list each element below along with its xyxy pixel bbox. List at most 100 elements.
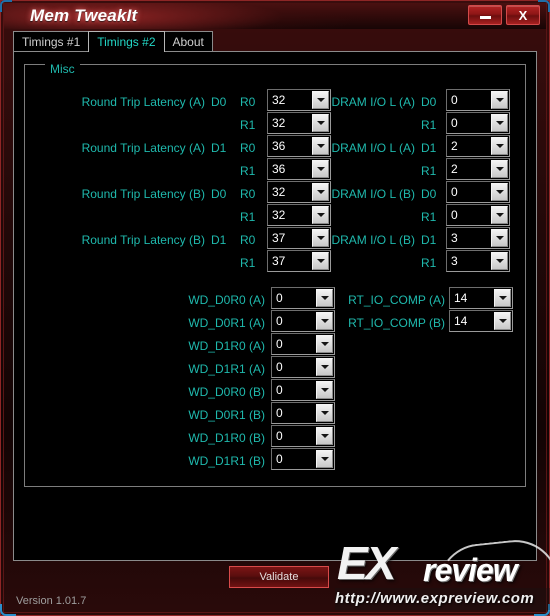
dramio-b-d0-label: DRAM I/O L (B) <box>331 187 415 201</box>
validate-button[interactable]: Validate <box>229 566 329 588</box>
chevron-down-icon[interactable] <box>316 335 333 353</box>
chevron-down-icon[interactable] <box>316 404 333 422</box>
window-controls: X <box>468 5 540 25</box>
chevron-down-icon[interactable] <box>312 206 329 224</box>
chevron-down-icon[interactable] <box>494 312 511 330</box>
wd-d1r0-b-label: WD_D1R0 (B) <box>188 431 265 445</box>
rtl-a-d0-label: Round Trip Latency (A) <box>81 95 205 109</box>
wd-d0r1-a-label: WD_D0R1 (A) <box>188 316 265 330</box>
combo-wd-d1r1-b[interactable]: 0 <box>271 448 335 470</box>
combo-wd-d0r1-b[interactable]: 0 <box>271 402 335 424</box>
chevron-down-icon[interactable] <box>491 160 508 178</box>
chevron-down-icon[interactable] <box>316 358 333 376</box>
tab-panel-timings-2: Misc Round Trip Latency (A) D0 R0 32 R1 … <box>13 51 537 561</box>
dramio-b-d0-dimm: D0 <box>421 183 436 205</box>
dramio-b-d0-dimm-label: D0 <box>421 187 437 201</box>
dramio-b-d1-label: DRAM I/O L (B) <box>331 233 415 247</box>
chevron-down-icon[interactable] <box>491 252 508 270</box>
chevron-down-icon[interactable] <box>312 252 329 270</box>
combo-dramio-b-d1-r1[interactable]: 3 <box>446 250 510 272</box>
combo-dramio-b-d1-r0[interactable]: 3 <box>446 227 510 249</box>
combo-dramio-a-d1-r1[interactable]: 2 <box>446 158 510 180</box>
wd-d0r0-b-label-row: WD_D0R0 (B) <box>85 381 265 403</box>
wd-d1r1-b-label: WD_D1R1 (B) <box>188 454 265 468</box>
combo-dramio-a-d0-r0[interactable]: 0 <box>446 89 510 111</box>
title-bar[interactable]: Mem TweakIt X <box>4 3 546 29</box>
combo-wd-d1r0-b-value: 0 <box>276 429 283 443</box>
combo-rtiocomp-a-value: 14 <box>454 291 468 305</box>
dramio-a-d0-r1-rank: R1 <box>421 114 436 136</box>
tab-timings-1[interactable]: Timings #1 <box>13 31 90 52</box>
combo-wd-d1r0-b[interactable]: 0 <box>271 425 335 447</box>
chevron-down-icon[interactable] <box>316 427 333 445</box>
rtl-b-d0-label: Round Trip Latency (B) <box>81 187 205 201</box>
rtl-a-d0-r0-rank-label: R0 <box>240 95 256 109</box>
combo-dramio-a-d1-r0[interactable]: 2 <box>446 135 510 157</box>
combo-rtl-a-d0-r1[interactable]: 32 <box>267 112 331 134</box>
wd-d1r0-b-label-row: WD_D1R0 (B) <box>85 427 265 449</box>
combo-dramio-a-d1-r1-value: 2 <box>451 162 458 176</box>
rtiocomp-a-label-row: RT_IO_COMP (A) <box>305 289 445 311</box>
dramio-a-d1-dimm-label: D1 <box>421 141 437 155</box>
combo-rtl-b-d0-r1[interactable]: 32 <box>267 204 331 226</box>
chevron-down-icon[interactable] <box>491 229 508 247</box>
combo-wd-d0r1-a-value: 0 <box>276 314 283 328</box>
rtl-b-d1-r0-rank: R0 <box>240 229 255 251</box>
close-button[interactable]: X <box>506 5 540 25</box>
dramio-a-d0-label: DRAM I/O L (A) <box>331 95 415 109</box>
chevron-down-icon[interactable] <box>494 289 511 307</box>
chevron-down-icon[interactable] <box>491 183 508 201</box>
combo-dramio-b-d1-r0-value: 3 <box>451 231 458 245</box>
rtl-a-d1-r0-rank-label: R0 <box>240 141 256 155</box>
chevron-down-icon[interactable] <box>491 137 508 155</box>
chevron-down-icon[interactable] <box>316 381 333 399</box>
combo-wd-d0r0-b[interactable]: 0 <box>271 379 335 401</box>
tab-timings-2[interactable]: Timings #2 <box>88 31 165 52</box>
misc-group-box: Misc Round Trip Latency (A) D0 R0 32 R1 … <box>24 62 526 487</box>
chevron-down-icon[interactable] <box>491 206 508 224</box>
rtl-a-d1-dimm-label: D1 <box>211 141 227 155</box>
chevron-down-icon[interactable] <box>316 450 333 468</box>
tab-strip: Timings #1 Timings #2 About <box>13 31 537 52</box>
rtl-b-d1-r0-rank-label: R0 <box>240 233 256 247</box>
tab-about[interactable]: About <box>163 31 213 52</box>
frame-corner-bottom-left <box>0 604 16 616</box>
chevron-down-icon[interactable] <box>491 114 508 132</box>
combo-dramio-a-d0-r0-value: 0 <box>451 93 458 107</box>
chevron-down-icon[interactable] <box>312 160 329 178</box>
combo-rtiocomp-a[interactable]: 14 <box>449 287 513 309</box>
combo-rtiocomp-b[interactable]: 14 <box>449 310 513 332</box>
combo-dramio-b-d0-r0[interactable]: 0 <box>446 181 510 203</box>
rtl-a-d1-dimm: D1 <box>211 137 226 159</box>
wd-d0r1-b-label: WD_D0R1 (B) <box>188 408 265 422</box>
rtl-a-d0-r0-rank: R0 <box>240 91 255 113</box>
rtl-b-d0-r0-rank-label: R0 <box>240 187 256 201</box>
mem-tweakit-window: Mem TweakIt X Timings #1 Timings #2 Abou… <box>0 0 550 616</box>
dramio-b-d1-r1-rank: R1 <box>421 252 436 274</box>
combo-rtl-b-d1-r1[interactable]: 37 <box>267 250 331 272</box>
rtl-a-d0-dimm-label: D0 <box>211 95 227 109</box>
rtl-a-d1-label-row: Round Trip Latency (A) <box>35 137 205 159</box>
wd-d0r1-b-label-row: WD_D0R1 (B) <box>85 404 265 426</box>
combo-rtl-b-d1-r1-value: 37 <box>272 254 286 268</box>
rtl-a-d0-dimm: D0 <box>211 91 226 113</box>
combo-wd-d1r0-a[interactable]: 0 <box>271 333 335 355</box>
rtl-a-d0-label-row: Round Trip Latency (A) <box>35 91 205 113</box>
dramio-a-d1-r1-rank-label: R1 <box>421 164 437 178</box>
combo-wd-d1r1-a[interactable]: 0 <box>271 356 335 378</box>
rtl-b-d0-r1-rank: R1 <box>240 206 255 228</box>
combo-dramio-a-d0-r1[interactable]: 0 <box>446 112 510 134</box>
misc-group-label: Misc <box>45 62 80 76</box>
dramio-b-d1-dimm-label: D1 <box>421 233 437 247</box>
rtl-a-d1-r1-rank-label: R1 <box>240 164 256 178</box>
wd-d0r0-a-label: WD_D0R0 (A) <box>188 293 265 307</box>
minimize-button[interactable] <box>468 5 502 25</box>
rtl-b-d0-r1-rank-label: R1 <box>240 210 256 224</box>
combo-dramio-b-d0-r1[interactable]: 0 <box>446 204 510 226</box>
rtl-b-d1-label: Round Trip Latency (B) <box>81 233 205 247</box>
wd-d1r1-b-label-row: WD_D1R1 (B) <box>85 450 265 472</box>
rtiocomp-b-label-row: RT_IO_COMP (B) <box>305 312 445 334</box>
chevron-down-icon[interactable] <box>491 91 508 109</box>
combo-rtl-a-d1-r1[interactable]: 36 <box>267 158 331 180</box>
chevron-down-icon[interactable] <box>312 114 329 132</box>
